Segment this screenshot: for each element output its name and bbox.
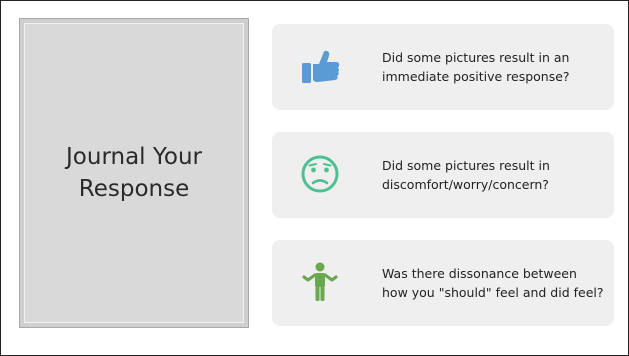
slide-title: Journal Your Response (66, 144, 202, 202)
shrugging-person-icon (296, 258, 344, 306)
question-text-positive: Did some pictures result in an immediate… (382, 50, 570, 84)
question-text-dissonance: Was there dissonance between how you "sh… (382, 266, 604, 300)
worried-face-icon (296, 150, 344, 198)
question-card-positive: Did some pictures result in an immediate… (272, 24, 614, 110)
slide: Journal Your Response Did some pictures … (0, 0, 629, 356)
thumbs-up-icon (296, 42, 344, 90)
question-card-discomfort: Did some pictures result in discomfort/w… (272, 132, 614, 218)
title-panel: Journal Your Response (19, 18, 249, 328)
question-card-dissonance: Was there dissonance between how you "sh… (272, 240, 614, 326)
title-panel-inner: Journal Your Response (24, 23, 244, 323)
question-text-discomfort: Did some pictures result in discomfort/w… (382, 158, 550, 192)
